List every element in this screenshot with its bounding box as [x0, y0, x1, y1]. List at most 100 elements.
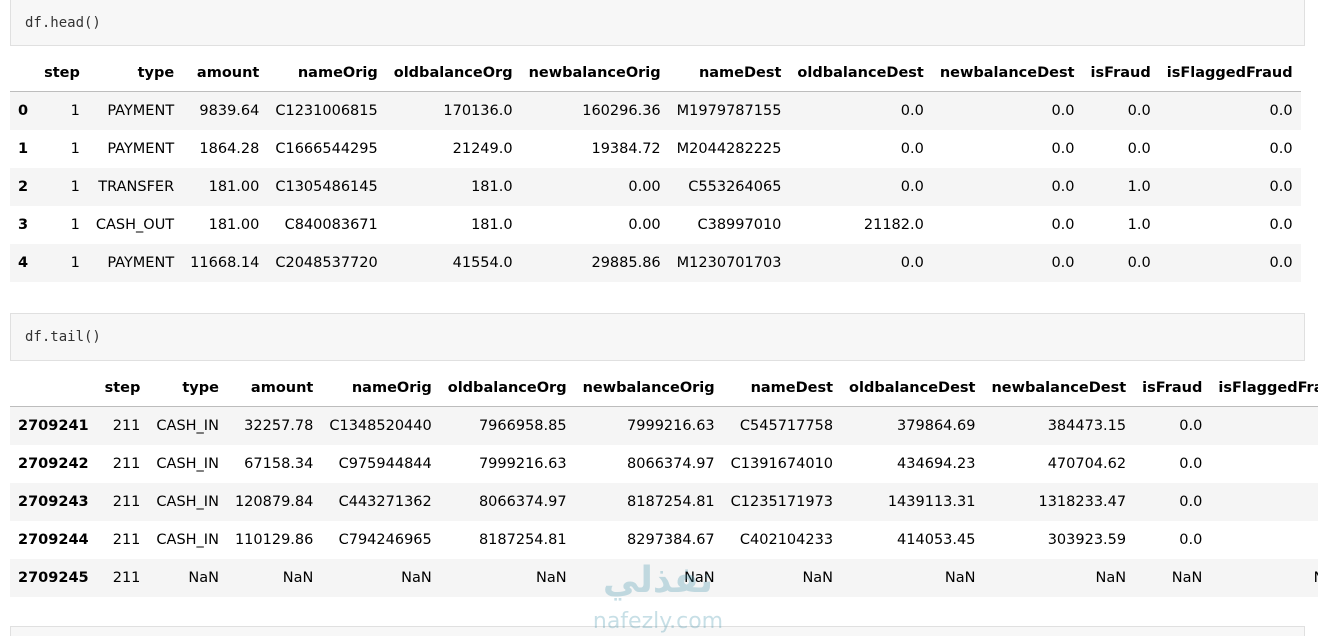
column-header: isFlaggedFraud [1158, 55, 1301, 92]
table-cell: 0.0 [1269, 141, 1293, 157]
row-index: 0 [18, 103, 29, 119]
table-cell: C402104233 [739, 532, 834, 548]
table-row: 0 1 PAYMENT 9839.64 C1231006815 170136.0 16029… [10, 91, 1301, 130]
table-cell: NaN [401, 570, 432, 586]
row-index: 2709242 [18, 456, 89, 472]
code-cell-next[interactable] [10, 626, 1305, 636]
row-index: 3 [18, 217, 29, 233]
table-cell: NaN [684, 570, 715, 586]
row-index: 2 [18, 179, 29, 195]
table-cell: TRANSFER [98, 179, 175, 195]
column-header: isFraud [1134, 370, 1211, 407]
row-index: 4 [18, 255, 29, 271]
index-header [10, 55, 37, 92]
table-cell: 8187254.81 [627, 494, 715, 510]
table-cell: 0.0 [900, 141, 924, 157]
column-header: type [87, 55, 183, 92]
table-cell: 470704.62 [1047, 456, 1127, 472]
column-header: step [36, 55, 88, 92]
table-cell: 0.0 [1051, 103, 1075, 119]
table-cell: 211 [112, 456, 141, 472]
column-header: oldbalanceDest [789, 55, 932, 92]
table-cell: 303923.59 [1047, 532, 1127, 548]
table-cell: 0.0 [1210, 483, 1318, 521]
table-cell: PAYMENT [107, 103, 175, 119]
table-cell: C38997010 [697, 217, 782, 233]
table-cell: 0.0 [1269, 217, 1293, 233]
table-cell: C2048537720 [275, 255, 378, 271]
table-cell: 19384.72 [591, 141, 661, 157]
table-cell: 0.0 [1210, 407, 1318, 446]
table-cell: 0.0 [1179, 456, 1203, 472]
table-body: 2709241 211 CASH_IN 32257.78 C1348520440 7966… [10, 406, 1318, 597]
code-text-head: df.head() [25, 14, 101, 31]
column-header: amount [226, 370, 322, 407]
table-cell: 120879.84 [234, 494, 314, 510]
column-header: newbalanceOrig [520, 55, 669, 92]
table-row: 1 1 PAYMENT 1864.28 C1666544295 21249.0 19384.… [10, 130, 1301, 168]
table-cell: M1230701703 [676, 255, 782, 271]
table-cell: C545717758 [739, 418, 834, 434]
table-cell: 1 [70, 179, 80, 195]
column-header: nameDest [668, 55, 790, 92]
dataframe-tail-table: step type amount nameOrig oldbalanceOrg newba… [10, 370, 1318, 597]
table-cell: M1979787155 [676, 103, 782, 119]
index-header [10, 370, 97, 407]
table-cell: 0.0 [1051, 179, 1075, 195]
table-cell: 29885.86 [591, 255, 661, 271]
column-header: nameOrig [267, 55, 386, 92]
code-cell-head[interactable]: df.head() [10, 0, 1305, 46]
table-cell: 0.0 [1051, 141, 1075, 157]
table-cell: C975944844 [338, 456, 432, 472]
table-cell: 181.0 [471, 217, 513, 233]
row-index: 1 [18, 141, 29, 157]
table-cell: 7999216.63 [478, 456, 567, 472]
table-cell: 7999216.63 [627, 418, 715, 434]
table-cell: 0.0 [1127, 141, 1151, 157]
table-cell: C1391674010 [730, 456, 834, 472]
column-header: oldbalanceOrg [439, 370, 575, 407]
table-cell: NaN [536, 570, 567, 586]
table-cell: 21182.0 [863, 217, 924, 233]
column-header: oldbalanceOrg [385, 55, 521, 92]
table-cell: 211 [112, 532, 141, 548]
table-cell: C1231006815 [275, 103, 378, 119]
table-row: 4 1 PAYMENT 11668.14 C2048537720 41554.0 29885… [10, 244, 1301, 282]
table-cell: 0.0 [1127, 255, 1151, 271]
table-cell: PAYMENT [107, 255, 175, 271]
column-header: newbalanceDest [983, 370, 1135, 407]
table-cell: 0.00 [628, 217, 661, 233]
table-cell: 21249.0 [452, 141, 513, 157]
code-cell-tail[interactable]: df.tail() [10, 313, 1305, 361]
table-cell: 0.0 [1051, 217, 1075, 233]
table-cell: 1 [70, 217, 80, 233]
table-cell: 7966958.85 [478, 418, 567, 434]
table-cell: C1348520440 [329, 418, 432, 434]
table-cell: 0.0 [1179, 532, 1203, 548]
table-cell: 0.0 [1179, 494, 1203, 510]
column-header: isFlaggedFraud [1210, 370, 1318, 407]
table-cell: 8066374.97 [627, 456, 715, 472]
table-cell: C840083671 [284, 217, 378, 233]
table-cell: 8297384.67 [627, 532, 715, 548]
table-cell: 0.0 [1051, 255, 1075, 271]
table-cell: 0.0 [1210, 445, 1318, 483]
row-index: 2709244 [18, 532, 89, 548]
table-cell: 211 [112, 494, 141, 510]
table-cell: 0.0 [1269, 179, 1293, 195]
table-cell: 211 [112, 418, 141, 434]
table-cell: CASH_IN [156, 418, 219, 434]
table-cell: 0.0 [900, 179, 924, 195]
table-cell: CASH_IN [156, 494, 219, 510]
column-header: newbalanceDest [931, 55, 1083, 92]
table-row: 2709245 211 NaN NaN NaN NaN NaN NaN NaN NaN NaN NaN [10, 559, 1318, 597]
column-header: oldbalanceDest [841, 370, 984, 407]
table-cell: 160296.36 [582, 103, 661, 119]
table-row: 2709243 211 CASH_IN 120879.84 C443271362 8066… [10, 483, 1318, 521]
table-cell: C553264065 [688, 179, 782, 195]
table-cell: 0.0 [1127, 103, 1151, 119]
table-row: 2709242 211 CASH_IN 67158.34 C975944844 79992… [10, 445, 1318, 483]
table-cell: 181.00 [208, 217, 260, 233]
row-index: 2709243 [18, 494, 89, 510]
table-cell: 8066374.97 [478, 494, 567, 510]
